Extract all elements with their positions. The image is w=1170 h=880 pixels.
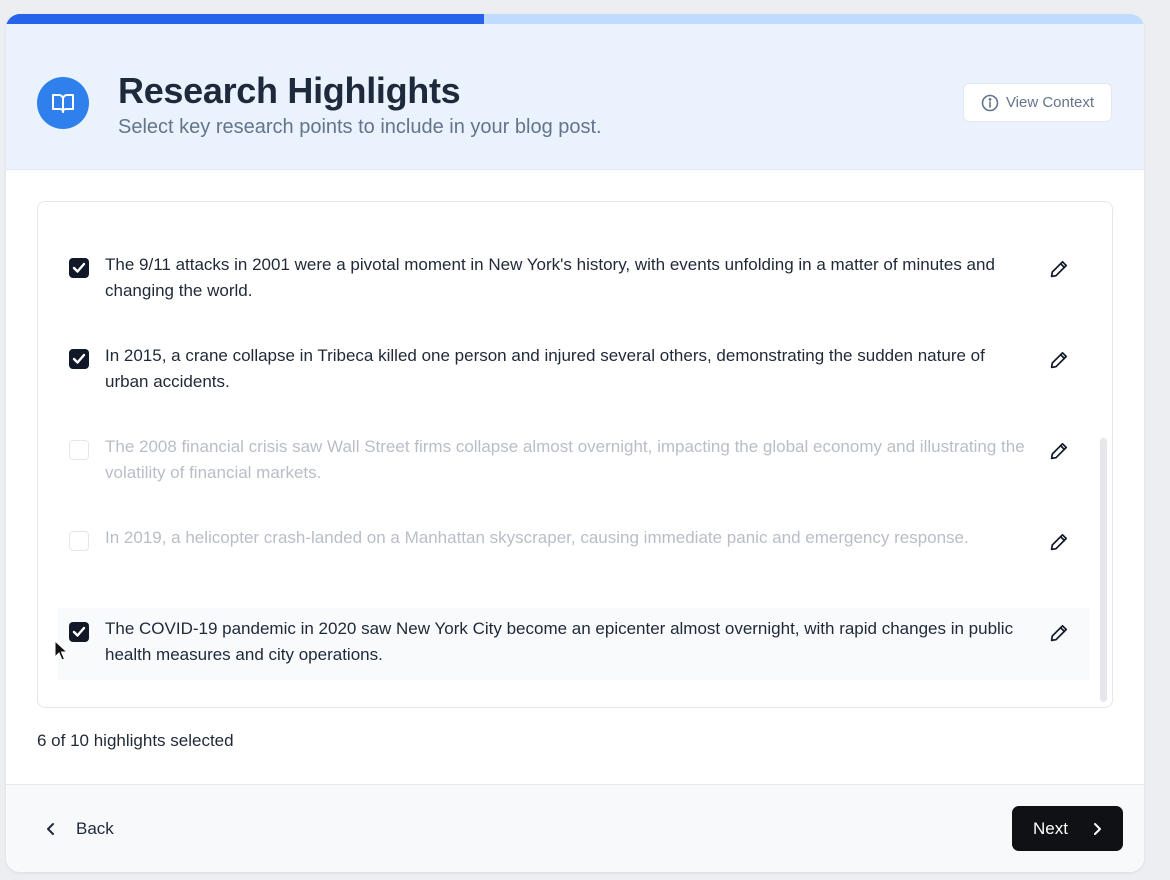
edit-highlight-button[interactable]: [1047, 257, 1071, 281]
back-button[interactable]: Back: [36, 811, 124, 847]
edit-highlight-button[interactable]: [1047, 348, 1071, 372]
page-subtitle: Select key research points to include in…: [118, 116, 602, 138]
info-icon: [981, 94, 999, 112]
pencil-icon: [1049, 350, 1069, 370]
highlight-text: In 2015, a crane collapse in Tribeca kil…: [105, 346, 985, 391]
highlight-checkbox[interactable]: [69, 531, 89, 551]
wizard-card: Research Highlights Select key research …: [6, 14, 1144, 872]
next-label: Next: [1033, 818, 1068, 838]
highlight-text: The 2008 financial crisis saw Wall Stree…: [105, 437, 1025, 482]
chevron-left-icon: [46, 822, 56, 836]
header: Research Highlights Select key research …: [6, 24, 1144, 170]
check-icon: [72, 353, 86, 365]
highlights-list: The 9/11 attacks in 2001 were a pivotal …: [37, 201, 1113, 708]
back-label: Back: [76, 819, 114, 838]
footer: Back Next: [6, 784, 1144, 872]
highlight-row[interactable]: The 9/11 attacks in 2001 were a pivotal …: [58, 244, 1090, 316]
view-context-label: View Context: [1005, 94, 1095, 111]
highlight-row[interactable]: In 2015, a crane collapse in Tribeca kil…: [58, 335, 1090, 407]
progress-bar-fill: [6, 14, 484, 24]
progress-bar: [6, 14, 1144, 24]
highlight-checkbox[interactable]: [69, 622, 89, 642]
highlight-checkbox[interactable]: [69, 440, 89, 460]
pencil-icon: [1049, 441, 1069, 461]
chevron-right-icon: [1092, 822, 1102, 836]
selection-summary: 6 of 10 highlights selected: [37, 731, 234, 750]
pencil-icon: [1049, 259, 1069, 279]
pencil-icon: [1049, 532, 1069, 552]
page-title: Research Highlights: [118, 70, 461, 111]
scrollbar[interactable]: [1100, 438, 1107, 702]
edit-highlight-button[interactable]: [1047, 439, 1071, 463]
view-context-button[interactable]: View Context: [963, 83, 1112, 122]
check-icon: [72, 626, 86, 638]
highlight-text: The 9/11 attacks in 2001 were a pivotal …: [105, 255, 995, 300]
book-open-icon: [37, 77, 89, 129]
next-button[interactable]: Next: [1012, 806, 1123, 851]
edit-highlight-button[interactable]: [1047, 621, 1071, 645]
pencil-icon: [1049, 623, 1069, 643]
mouse-cursor-icon: [54, 639, 69, 662]
highlight-text: The COVID-19 pandemic in 2020 saw New Yo…: [105, 619, 1014, 664]
highlight-checkbox[interactable]: [69, 258, 89, 278]
edit-highlight-button[interactable]: [1047, 530, 1071, 554]
check-icon: [72, 262, 86, 274]
highlight-row[interactable]: The COVID-19 pandemic in 2020 saw New Yo…: [58, 608, 1090, 680]
highlight-checkbox[interactable]: [69, 349, 89, 369]
highlight-row[interactable]: The 2008 financial crisis saw Wall Stree…: [58, 426, 1090, 498]
highlight-text: In 2019, a helicopter crash-landed on a …: [105, 528, 969, 547]
highlight-row[interactable]: In 2019, a helicopter crash-landed on a …: [58, 517, 1090, 589]
